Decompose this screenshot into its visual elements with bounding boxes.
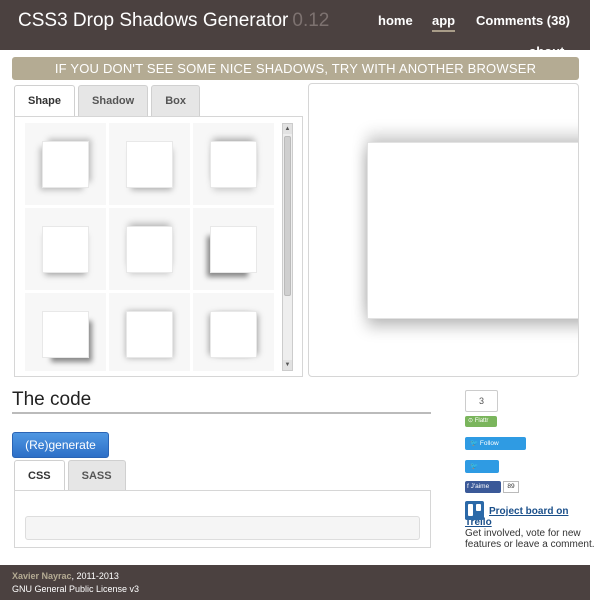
code-output-box[interactable]	[25, 516, 420, 540]
shape-preview	[42, 141, 89, 188]
tab-box[interactable]: Box	[151, 85, 200, 116]
nav-home-link[interactable]: home	[378, 13, 413, 28]
shadow-preview-box	[367, 142, 578, 319]
shape-option-8[interactable]	[109, 293, 190, 371]
flattr-label: Flattr	[474, 418, 489, 424]
code-section-title: The code	[12, 389, 92, 410]
tab-css[interactable]: CSS	[14, 460, 65, 492]
browser-warning-banner: IF YOU DON'T SEE SOME NICE SHADOWS, TRY …	[12, 57, 579, 80]
flattr-button[interactable]: ⊙ Flattr	[465, 416, 497, 427]
trello-description: Get involved, vote for new features or l…	[465, 528, 595, 550]
app-title-text: CSS3 Drop Shadows Generator	[18, 10, 289, 31]
twitter-bird-icon: 🐦	[470, 440, 480, 447]
facebook-like-label: J'aime	[470, 483, 490, 490]
scroll-down-arrow-icon[interactable]: ▼	[283, 360, 292, 370]
scroll-up-arrow-icon[interactable]: ▲	[283, 124, 292, 134]
shape-tabs: Shape Shadow Box	[14, 85, 203, 117]
trello-board-link-line2[interactable]: Trello	[465, 517, 595, 528]
shape-option-4[interactable]	[25, 208, 106, 290]
license-text: GNU General Public License v3	[12, 584, 140, 594]
divider	[12, 412, 431, 414]
nav-comments-link[interactable]: Comments (38)	[476, 13, 570, 28]
author-link[interactable]: Xavier Nayrac	[12, 571, 72, 581]
shape-option-7[interactable]	[25, 293, 106, 371]
scrollbar-thumb[interactable]	[284, 136, 291, 296]
shape-option-1[interactable]	[25, 123, 106, 205]
shape-option-2[interactable]	[109, 123, 190, 205]
shadow-preview-panel	[308, 83, 579, 377]
top-navbar: CSS3 Drop Shadows Generator 0.12 home app…	[0, 0, 590, 59]
trello-board-link-line1[interactable]: Project board on	[465, 501, 595, 517]
code-panel	[14, 490, 431, 548]
shape-option-6[interactable]	[193, 208, 274, 290]
page-footer: Xavier Nayrac, 2011-2013 GNU General Pub…	[0, 565, 590, 600]
shape-option-9[interactable]	[193, 293, 274, 371]
shape-preview	[42, 226, 89, 273]
facebook-like-count: 89	[503, 481, 519, 493]
twitter-bird-icon: 🐦	[470, 463, 479, 470]
shape-picker-panel: ▲ ▼	[14, 116, 303, 377]
nav-app-link[interactable]: app	[432, 13, 456, 32]
shape-option-3[interactable]	[193, 123, 274, 205]
app-title[interactable]: CSS3 Drop Shadows Generator 0.12	[18, 10, 329, 32]
shape-preview	[42, 311, 89, 358]
shape-preview	[210, 141, 257, 188]
shape-preview	[126, 311, 173, 358]
trello-logo-icon	[465, 501, 484, 520]
copyright-line: Xavier Nayrac, 2011-2013	[12, 570, 578, 583]
shape-preview	[210, 226, 257, 273]
shape-preview	[126, 141, 173, 188]
shape-grid-scrollbar[interactable]: ▲ ▼	[282, 123, 293, 371]
code-tabs: CSS SASS	[14, 460, 129, 492]
twitter-follow-button[interactable]: 🐦 Follow @c3dsg	[465, 437, 526, 460]
facebook-like-button[interactable]: f J'aime	[465, 481, 501, 493]
tab-shape[interactable]: Shape	[14, 85, 76, 117]
flattr-icon: ⊙	[468, 418, 475, 424]
shape-option-5[interactable]	[109, 208, 190, 290]
flattr-count: 3	[465, 390, 498, 412]
copyright-years: , 2011-2013	[71, 571, 119, 581]
tweet-button[interactable]: 🐦 Tweet	[465, 460, 499, 483]
version-label: 0.12	[292, 10, 330, 31]
shape-grid	[25, 123, 277, 371]
shape-preview	[126, 226, 173, 273]
trello-promo: Project board on Trello Get involved, vo…	[465, 501, 595, 550]
shape-preview	[210, 311, 257, 358]
tab-shadow[interactable]: Shadow	[78, 85, 149, 116]
regenerate-code-button[interactable]: (Re)generate Code	[12, 432, 109, 476]
tab-sass[interactable]: SASS	[67, 460, 126, 491]
